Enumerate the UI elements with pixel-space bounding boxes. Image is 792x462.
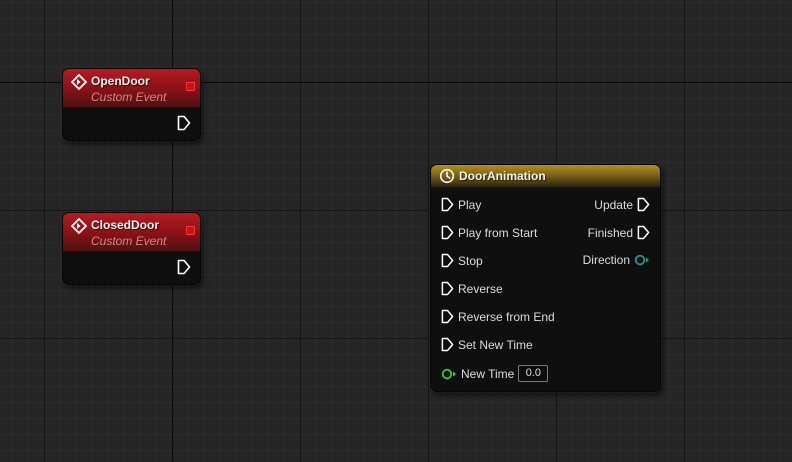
node-header[interactable]: DoorAnimation [431,165,660,188]
node-title: ClosedDoor [91,218,160,232]
delegate-output-pin[interactable] [186,226,195,235]
pin-label: Direction [582,252,630,267]
node-subtitle: Custom Event [91,234,167,248]
open-door-event-node[interactable]: OpenDoor Custom Event [62,68,201,141]
exec-arrow-icon [441,310,454,324]
reverse-input-pin[interactable]: Reverse [441,278,503,298]
delegate-output-pin[interactable] [186,82,195,91]
closed-door-event-node[interactable]: ClosedDoor Custom Event [62,212,201,285]
exec-arrow-icon [637,226,650,240]
pin-label: Stop [458,253,483,268]
exec-arrow-icon [441,198,454,212]
node-title: DoorAnimation [459,169,546,183]
reverse-from-end-input-pin[interactable]: Reverse from End [441,306,555,326]
new-time-value-field[interactable]: 0.0 [518,365,549,383]
pin-label: New Time [461,366,515,381]
pin-label: Finished [587,225,633,240]
pin-label: Update [594,197,633,212]
pin-label: Reverse [458,281,503,296]
byte-pin-icon [634,254,649,265]
direction-output-pin[interactable]: Direction [583,249,650,269]
node-header[interactable]: ClosedDoor Custom Event [63,213,200,252]
exec-arrow-icon [441,282,454,296]
exec-output-pin-icon[interactable] [177,259,191,275]
finished-output-pin[interactable]: Finished [588,222,650,242]
exec-arrow-icon [441,226,454,240]
stop-input-pin[interactable]: Stop [441,250,483,270]
pin-label: Play from Start [458,225,538,240]
pin-label: Set New Time [458,337,533,352]
update-output-pin[interactable]: Update [594,194,650,214]
pin-label: Play [458,197,482,212]
node-subtitle: Custom Event [91,90,167,104]
event-diamond-icon [71,74,87,90]
set-new-time-input-pin[interactable]: Set New Time [441,334,533,354]
node-title: OpenDoor [91,74,150,88]
node-header[interactable]: OpenDoor Custom Event [63,69,200,108]
play-from-start-input-pin[interactable]: Play from Start [441,222,537,242]
pin-label: Reverse from End [458,309,555,324]
play-input-pin[interactable]: Play [441,194,481,214]
float-pin-icon [441,368,456,379]
exec-output-pin-icon[interactable] [177,115,191,131]
clock-icon [439,168,455,184]
event-diamond-icon [71,218,87,234]
door-animation-timeline-node[interactable]: DoorAnimation Play Play from Start Stop … [430,164,661,392]
exec-arrow-icon [637,198,650,212]
new-time-input-pin[interactable]: New Time 0.0 [441,363,549,383]
exec-arrow-icon [441,254,454,268]
exec-arrow-icon [441,338,454,352]
